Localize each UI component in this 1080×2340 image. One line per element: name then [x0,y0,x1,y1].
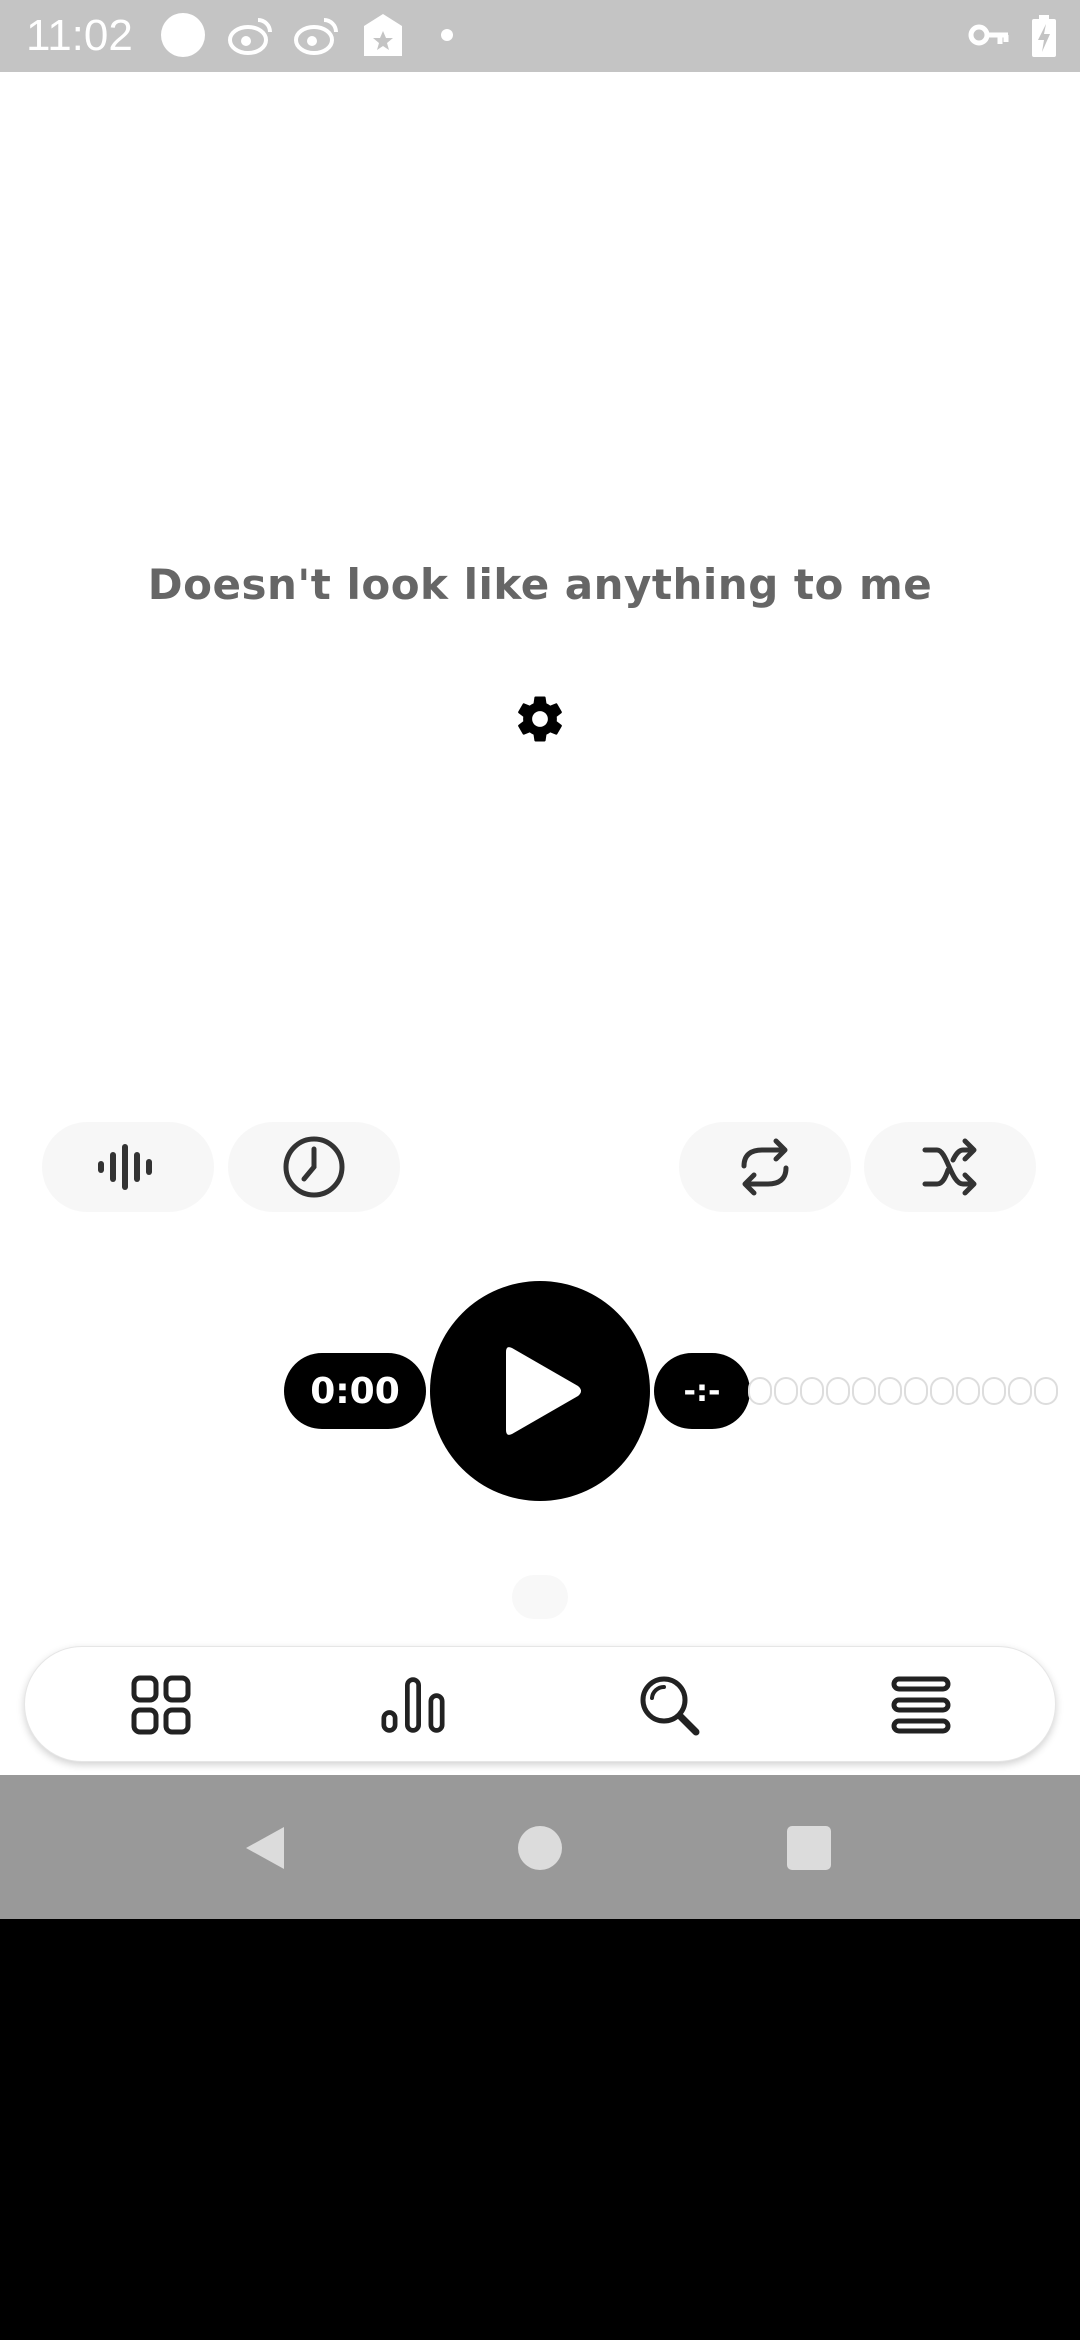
shuffle-button[interactable] [864,1122,1036,1212]
search-icon [640,1676,700,1736]
back-icon[interactable] [240,1823,290,1873]
nav-search[interactable] [637,1673,701,1737]
sleep-timer-button[interactable] [228,1122,400,1212]
repeat-button[interactable] [679,1122,851,1212]
circle-notification-icon [161,13,205,57]
vpn-key-icon [968,24,1009,46]
stats-bars-icon [381,1677,445,1733]
status-time: 11:02 [26,11,133,60]
sheet-handle[interactable] [512,1575,568,1619]
weibo-icon-2 [294,18,338,55]
battery-charging-icon [1032,15,1056,57]
play-icon [506,1347,581,1435]
app-screen: 11:02 Doesn't look like anything to me 0… [0,0,1080,1775]
nav-menu[interactable] [889,1673,953,1737]
sleep-timer-clock-icon [283,1136,345,1198]
gear-icon[interactable] [513,692,567,746]
repeat-icon [741,1138,789,1196]
home-icon[interactable] [517,1825,563,1871]
recents-icon[interactable] [786,1825,832,1871]
nav-stats[interactable] [381,1673,445,1737]
elapsed-time: 0:00 [284,1353,426,1429]
bottom-nav [24,1646,1056,1762]
equalizer-button[interactable] [42,1122,214,1212]
shuffle-icon [922,1138,977,1196]
status-bar: 11:02 [0,0,1080,72]
dot-icon [441,29,453,41]
weibo-icon [228,18,272,55]
menu-lines-icon [891,1676,951,1734]
grid-icon [131,1675,191,1735]
play-button[interactable] [430,1281,650,1501]
waveform-seekbar[interactable] [748,1377,1058,1409]
remaining-time: -:- [654,1353,750,1429]
equalizer-icon [98,1144,152,1190]
empty-state-message: Doesn't look like anything to me [147,560,933,609]
system-nav-bar [0,1775,1080,1919]
store-tag-icon [364,14,402,56]
nav-grid[interactable] [129,1673,193,1737]
